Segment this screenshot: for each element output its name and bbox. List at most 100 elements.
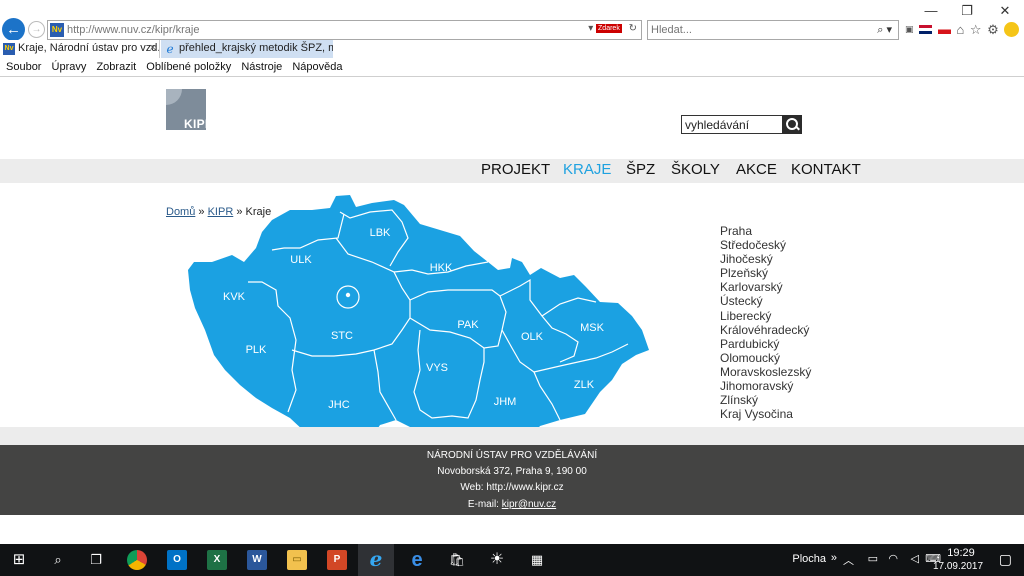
plocha-label[interactable]: Plocha — [792, 553, 826, 565]
nav-akce[interactable]: AKCE — [736, 161, 777, 178]
region-link-vysocina[interactable]: Kraj Vysočina — [720, 407, 811, 421]
settings-gear-icon[interactable]: ⚙ — [987, 22, 999, 38]
powerpoint-icon[interactable]: P — [327, 550, 347, 570]
map-label-jhc[interactable]: JHC — [328, 399, 349, 411]
outlook-icon[interactable]: O — [167, 550, 187, 570]
site-search-button[interactable] — [782, 115, 802, 134]
clock-time[interactable]: 19:29 — [938, 547, 984, 559]
tab-prehled[interactable]: ℯ přehled_krajský metodik ŠPZ, m... — [161, 40, 333, 58]
kipr-logo[interactable]: KIPR — [166, 89, 214, 131]
excel-icon[interactable]: X — [207, 550, 227, 570]
edge-icon[interactable]: e — [407, 550, 427, 570]
favorites-star-icon[interactable]: ☆ — [970, 22, 982, 38]
region-link-olomoucky[interactable]: Olomoucký — [720, 351, 811, 365]
clock-date[interactable]: 17.09.2017 — [932, 561, 984, 572]
store-icon[interactable]: 🛍 — [447, 550, 467, 570]
tab-label: přehled_krajský metodik ŠPZ, m... — [179, 42, 333, 54]
notifications-icon[interactable]: ▢ — [999, 551, 1012, 568]
tray-chevron-up-icon[interactable]: ︿ — [843, 552, 854, 568]
map-label-vys[interactable]: VYS — [426, 362, 448, 374]
region-list: Praha Středočeský Jihočeský Plzeňský Kar… — [720, 224, 811, 421]
map-label-kvk[interactable]: KVK — [223, 291, 246, 303]
map-label-ulk[interactable]: ULK — [290, 254, 312, 266]
extension-icon[interactable]: ▣ — [905, 24, 914, 35]
menu-nastroje[interactable]: Nástroje — [241, 61, 282, 73]
task-view-icon[interactable]: ❐ — [86, 550, 106, 570]
calculator-icon[interactable]: ▦ — [527, 550, 547, 570]
back-button[interactable]: ← — [2, 18, 25, 41]
plocha-chevron-icon[interactable]: » — [831, 552, 837, 564]
wifi-icon[interactable]: ◠ — [888, 552, 898, 565]
map-label-stc[interactable]: STC — [331, 330, 353, 342]
address-tools: ▾ Zdarek ↻ — [588, 23, 637, 34]
map-label-msk[interactable]: MSK — [580, 322, 605, 334]
zdarek-icon[interactable]: Zdarek — [596, 23, 622, 33]
map-label-hkk[interactable]: HKK — [430, 262, 453, 274]
menu-napoveda[interactable]: Nápověda — [292, 61, 342, 73]
footer-email: E-mail: kipr@nuv.cz — [0, 499, 1024, 510]
dropdown-icon[interactable]: ▾ — [588, 23, 593, 34]
region-link-kralovehradecky[interactable]: Královéhradecký — [720, 323, 811, 337]
region-link-ustecky[interactable]: Ústecký — [720, 294, 811, 308]
search-icon[interactable]: ⌕ ▾ — [877, 23, 892, 37]
menu-bar: Soubor Úpravy Zobrazit Oblíbené položky … — [0, 59, 1024, 76]
region-link-pardubicky[interactable]: Pardubický — [720, 337, 811, 351]
nav-skoly[interactable]: ŠKOLY — [671, 161, 720, 178]
site-search[interactable] — [681, 115, 802, 134]
brightness-icon[interactable]: ☀ — [487, 550, 507, 570]
feedback-smiley-icon[interactable] — [1004, 22, 1020, 38]
forward-button[interactable]: → — [28, 21, 45, 38]
main-nav: PROJEKT KRAJE ŠPZ ŠKOLY AKCE KONTAKT — [0, 159, 1024, 183]
czech-flag-icon[interactable] — [937, 25, 951, 35]
close-window-button[interactable]: ✕ — [986, 0, 1024, 22]
browser-search-input[interactable] — [651, 23, 851, 37]
site-search-input[interactable] — [685, 117, 781, 132]
region-link-jihocesky[interactable]: Jihočeský — [720, 252, 811, 266]
region-link-liberecky[interactable]: Liberecký — [720, 309, 811, 323]
refresh-icon[interactable]: ↻ — [629, 23, 637, 34]
menu-upravy[interactable]: Úpravy — [52, 61, 87, 73]
map-label-pak[interactable]: PAK — [457, 319, 479, 331]
region-link-zlinsky[interactable]: Zlínský — [720, 393, 811, 407]
map-label-olk[interactable]: OLK — [521, 331, 544, 343]
browser-search-box[interactable]: ⌕ ▾ — [647, 20, 899, 40]
chrome-icon[interactable] — [127, 550, 147, 570]
english-flag-icon[interactable] — [919, 25, 933, 35]
battery-icon[interactable]: ▭ — [868, 552, 878, 565]
nav-spz[interactable]: ŠPZ — [626, 161, 655, 178]
map-label-plk[interactable]: PLK — [246, 344, 267, 356]
browser-chrome: — ❐ ✕ ← → Nv http://www.nuv.cz/kipr/kraj… — [0, 0, 1024, 77]
nav-kraje[interactable]: KRAJE — [563, 161, 611, 178]
region-link-stredocesky[interactable]: Středočeský — [720, 238, 811, 252]
map-label-lbk[interactable]: LBK — [370, 227, 391, 239]
site-favicon-icon: Nv — [50, 23, 64, 37]
footer-email-link[interactable]: kipr@nuv.cz — [502, 499, 556, 510]
volume-icon[interactable]: ◁ — [911, 552, 919, 565]
search-icon[interactable]: ⌕ — [48, 550, 68, 570]
map-label-jhm[interactable]: JHM — [494, 396, 517, 408]
czech-regions-map: LBK ULK HKK KVK STC PAK OLK MSK PLK VYS … — [188, 195, 649, 448]
url-text[interactable]: http://www.nuv.cz/kipr/kraje — [67, 24, 199, 36]
region-link-karlovarsky[interactable]: Karlovarský — [720, 280, 811, 294]
menu-zobrazit[interactable]: Zobrazit — [96, 61, 136, 73]
file-explorer-icon[interactable]: ▭ — [287, 550, 307, 570]
menu-soubor[interactable]: Soubor — [6, 61, 41, 73]
region-link-plzensky[interactable]: Plzeňský — [720, 266, 811, 280]
address-bar[interactable]: Nv http://www.nuv.cz/kipr/kraje ▾ Zdarek… — [47, 20, 642, 40]
nav-kontakt[interactable]: KONTAKT — [791, 161, 861, 178]
word-icon[interactable]: W — [247, 550, 267, 570]
nav-projekt[interactable]: PROJEKT — [481, 161, 550, 178]
region-link-jihomoravsky[interactable]: Jihomoravský — [720, 379, 811, 393]
tab-kraje[interactable]: Nv Kraje, Národní ústav pro vzd... × — [0, 40, 160, 58]
maximize-button[interactable]: ❐ — [948, 0, 986, 22]
region-link-praha[interactable]: Praha — [720, 224, 811, 238]
internet-explorer-icon[interactable]: ℯ — [358, 544, 394, 576]
menu-oblibene[interactable]: Oblíbené položky — [146, 61, 231, 73]
close-tab-icon[interactable]: × — [150, 40, 156, 57]
tab-strip: Nv Kraje, Národní ústav pro vzd... × ℯ p… — [0, 40, 1024, 58]
region-link-moravskoslezsky[interactable]: Moravskoslezský — [720, 365, 811, 379]
start-windows-icon[interactable]: ⊞ — [9, 550, 29, 570]
map-label-zlk[interactable]: ZLK — [574, 379, 595, 391]
home-icon[interactable]: ⌂ — [956, 22, 964, 37]
minimize-button[interactable]: — — [912, 0, 950, 22]
